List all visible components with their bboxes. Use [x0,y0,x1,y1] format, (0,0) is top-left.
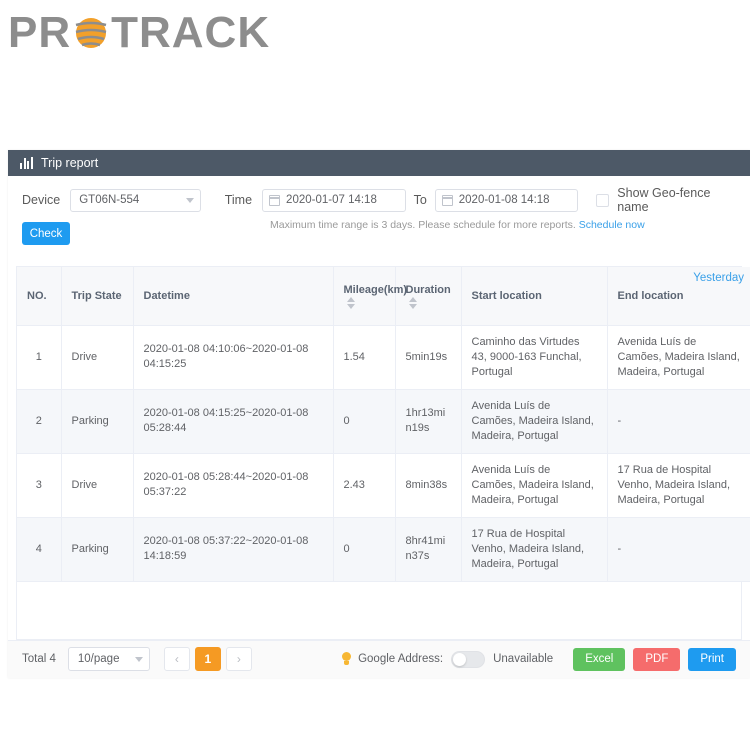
column-header-state: Trip State [61,267,134,326]
geofence-label: Show Geo-fence name [617,186,711,214]
pagination: ‹ 1 › [163,647,257,671]
cell-state: Drive [61,453,134,518]
column-header-datetime: Datetime [133,267,334,326]
toggle-knob [453,652,467,666]
export-excel-button[interactable]: Excel [573,647,626,671]
trip-table: NO. Trip State Datetime Mileage(km) Dura… [17,267,750,582]
cell-datetime[interactable]: 2020-01-08 04:15:25~2020-01-08 05:28:44 [133,389,334,454]
google-address-state: Unavailable [493,653,554,665]
trip-table-head: NO. Trip State Datetime Mileage(km) Dura… [17,267,750,326]
table-empty-area [16,581,742,640]
time-to-value: 2020-01-08 14:18 [458,194,550,206]
pagination-page-1[interactable]: 1 [194,647,221,671]
table-footer: Total 4 10/page ‹ 1 › Google Address: Un… [8,639,750,678]
cell-no: 3 [17,453,62,518]
device-label: Device [22,193,61,207]
cell-start-location[interactable]: Avenida Luís de Camões, Madeira Island, … [461,389,608,454]
table-row: 1 Drive 2020-01-08 04:10:06~2020-01-08 0… [17,325,750,390]
column-header-no: NO. [17,267,62,326]
table-row: 4 Parking 2020-01-08 05:37:22~2020-01-08… [17,517,750,582]
table-row: 2 Parking 2020-01-08 04:15:25~2020-01-08… [17,389,750,454]
geofence-checkbox[interactable] [596,193,610,207]
pagination-prev[interactable]: ‹ [163,647,190,671]
time-to-input[interactable]: 2020-01-08 14:18 [434,188,579,212]
cell-duration: 8hr41min37s [395,517,462,582]
sort-icon[interactable] [408,296,417,309]
column-header-mileage[interactable]: Mileage(km) [333,267,407,326]
time-from-input[interactable]: 2020-01-07 14:18 [262,188,406,212]
column-header-duration-label: Duration [405,283,451,296]
time-to-label: To [413,193,427,207]
cell-state: Parking [61,389,134,454]
cell-end-location[interactable]: 17 Rua de Hospital Venho, Madeira Island… [607,453,750,518]
cell-mileage: 0 [333,517,396,582]
cell-datetime[interactable]: 2020-01-08 05:37:22~2020-01-08 14:18:59 [133,517,334,582]
trip-table-body: 1 Drive 2020-01-08 04:10:06~2020-01-08 0… [17,325,750,582]
time-range-hint-text: Maximum time range is 3 days. Please sch… [270,219,576,231]
cell-duration: 5min19s [395,325,462,390]
brand-text: PR TRACK [8,11,270,55]
google-address-label: Google Address: [358,653,444,665]
check-button[interactable]: Check [22,222,70,245]
device-select[interactable]: GT06N-554 [70,188,201,212]
filter-row: Device GT06N-554 Time 2020-01-07 14:18 T… [22,186,736,214]
lightbulb-icon [341,652,352,666]
chevron-down-icon [185,197,194,203]
google-address-toggle[interactable] [451,650,486,668]
filter-bar: Device GT06N-554 Time 2020-01-07 14:18 T… [8,176,750,284]
cell-end-location: - [607,389,750,454]
total-count: Total 4 [22,653,56,665]
trip-table-wrap: NO. Trip State Datetime Mileage(km) Dura… [16,266,750,582]
cell-no: 2 [17,389,62,454]
sort-icon[interactable] [346,296,355,309]
cell-state: Drive [61,325,134,390]
time-label: Time [224,193,253,207]
bar-chart-icon [20,157,34,169]
yesterday-link[interactable]: Yesterday [693,272,744,284]
cell-start-location[interactable]: Avenida Luís de Camões, Madeira Island, … [461,453,608,518]
cell-duration: 1hr13min19s [395,389,462,454]
cell-end-location: - [607,517,750,582]
calendar-icon [269,194,281,206]
cell-start-location[interactable]: 17 Rua de Hospital Venho, Madeira Island… [461,517,608,582]
panel-title-text: Trip report [41,156,99,170]
column-header-start-location: Start location [461,267,608,326]
time-range-hint: Maximum time range is 3 days. Please sch… [270,219,736,231]
table-header-row: NO. Trip State Datetime Mileage(km) Dura… [17,267,750,326]
cell-no: 4 [17,517,62,582]
device-select-value: GT06N-554 [79,194,140,206]
schedule-now-link[interactable]: Schedule now [579,219,645,231]
geofence-checkbox-wrap[interactable]: Show Geo-fence name [596,186,736,214]
pagination-next[interactable]: › [225,647,252,671]
column-header-mileage-label: Mileage(km) [343,283,408,296]
cell-mileage: 1.54 [333,325,396,390]
cell-start-location[interactable]: Caminho das Virtudes 43, 9000-163 Funcha… [461,325,608,390]
panel-header: Trip report [8,150,750,176]
time-from-value: 2020-01-07 14:18 [286,194,377,206]
cell-duration: 8min38s [395,453,462,518]
cell-end-location[interactable]: Avenida Luís de Camões, Madeira Island, … [607,325,750,390]
cell-mileage: 2.43 [333,453,396,518]
brand-text-right: TRACK [111,8,271,57]
cell-state: Parking [61,517,134,582]
page-size-select[interactable]: 10/page [67,647,150,671]
cell-mileage: 0 [333,389,396,454]
app-page: PR TRACK Trip report Device GT06N-554 Ti… [0,0,750,750]
table-row: 3 Drive 2020-01-08 05:28:44~2020-01-08 0… [17,453,750,518]
calendar-icon [441,194,453,206]
cell-datetime[interactable]: 2020-01-08 05:28:44~2020-01-08 05:37:22 [133,453,334,518]
globe-icon [70,12,112,54]
trip-report-panel: Trip report Device GT06N-554 Time 2020-0… [8,150,750,678]
cell-no: 1 [17,325,62,390]
column-header-duration[interactable]: Duration [395,267,462,326]
page-size-value: 10/page [77,653,120,665]
cell-datetime[interactable]: 2020-01-08 04:10:06~2020-01-08 04:15:25 [133,325,334,390]
brand-text-left: PR [8,8,72,57]
print-button[interactable]: Print [688,647,736,671]
export-pdf-button[interactable]: PDF [633,647,681,671]
brand-logo: PR TRACK [8,6,270,60]
chevron-down-icon [134,656,143,662]
